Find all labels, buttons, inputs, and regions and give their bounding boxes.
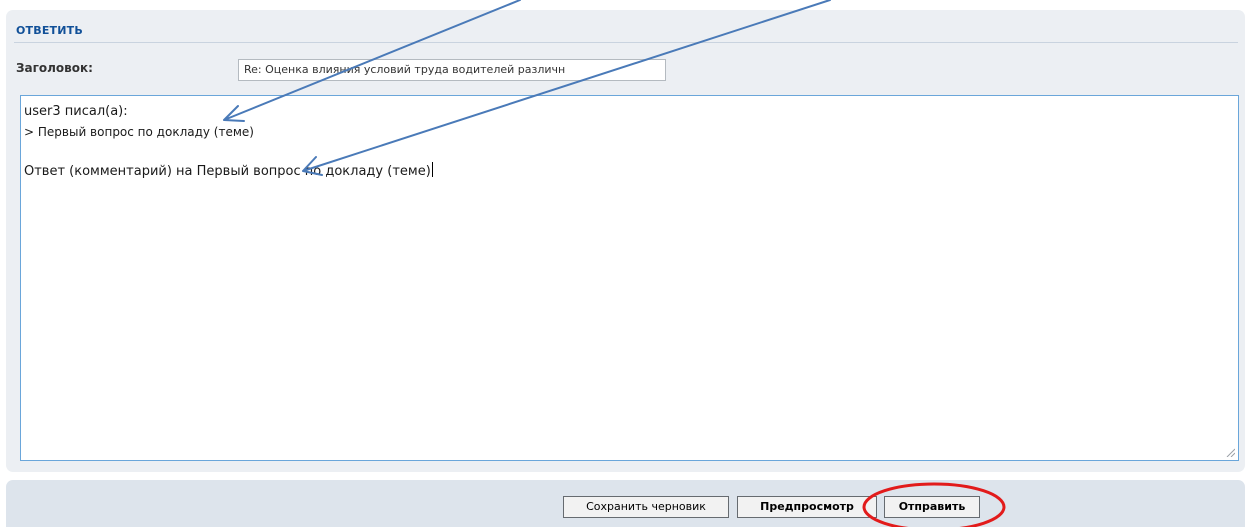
subject-label: Заголовок: — [16, 61, 93, 75]
header-divider — [14, 42, 1238, 43]
text-caret — [431, 162, 433, 177]
resize-grip-icon[interactable] — [1225, 447, 1235, 457]
preview-button[interactable]: Предпросмотр — [737, 496, 877, 518]
quote-author-line: user3 писал(а): — [24, 104, 128, 119]
empty-line — [24, 142, 1235, 162]
save-draft-button[interactable]: Сохранить черновик — [563, 496, 729, 518]
reply-text: Ответ (комментарий) на Первый вопрос по … — [24, 164, 431, 179]
message-textarea[interactable]: user3 писал(а): > Первый вопрос по докла… — [20, 95, 1239, 461]
reply-panel-title: ОТВЕТИТЬ — [16, 24, 83, 37]
subject-input[interactable]: Re: Оценка влияния условий труда водител… — [238, 59, 666, 81]
submit-button[interactable]: Отправить — [884, 496, 980, 518]
quoted-text-line: > Первый вопрос по докладу (теме) — [24, 125, 254, 139]
reply-text-line: Ответ (комментарий) на Первый вопрос по … — [24, 162, 1235, 182]
